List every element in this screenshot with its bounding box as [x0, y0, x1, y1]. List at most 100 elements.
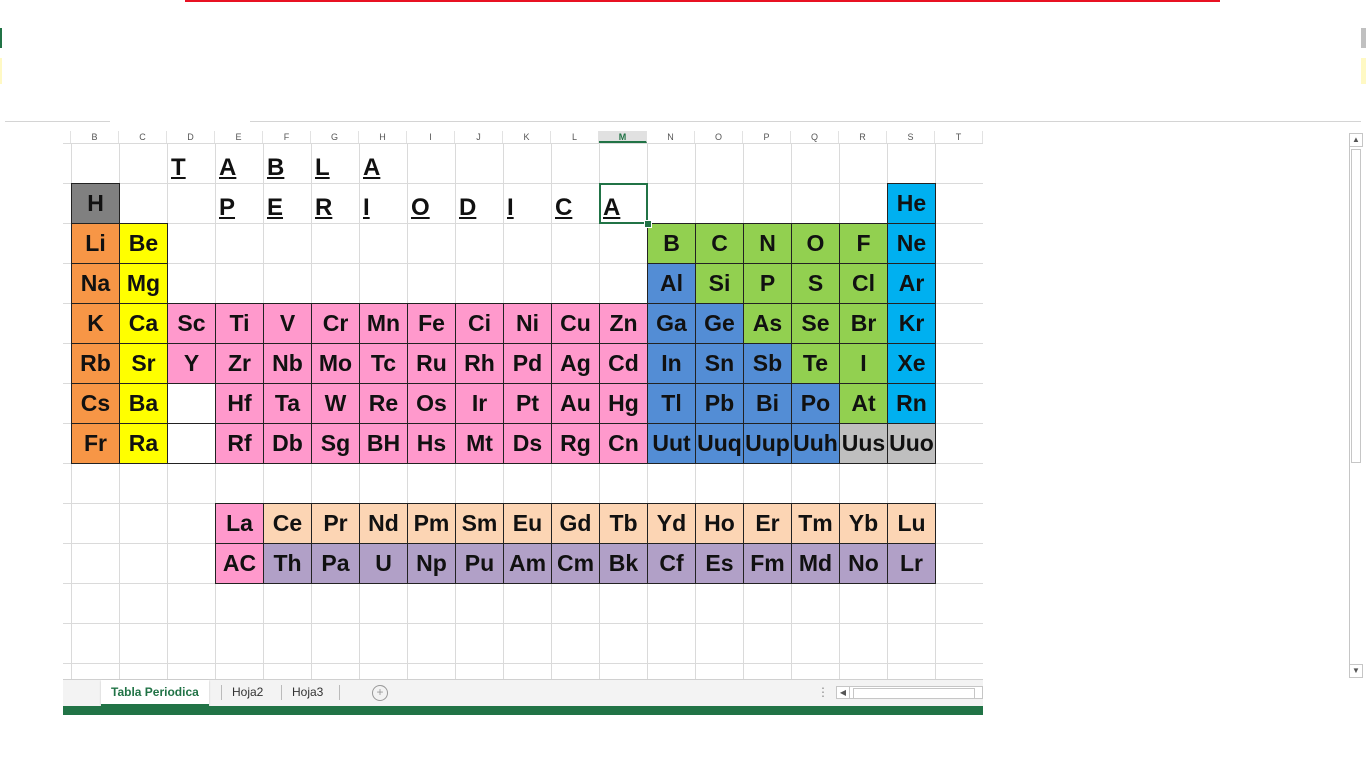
element-cell[interactable]: Sn: [695, 343, 744, 384]
element-cell[interactable]: Ge: [695, 303, 744, 344]
element-cell[interactable]: Re: [359, 383, 408, 424]
column-header-f[interactable]: F: [263, 131, 311, 143]
element-cell[interactable]: W: [311, 383, 360, 424]
element-cell[interactable]: Ds: [503, 423, 552, 464]
element-cell[interactable]: Rh: [455, 343, 504, 384]
element-cell[interactable]: V: [263, 303, 312, 344]
element-cell[interactable]: Sr: [119, 343, 168, 384]
element-cell[interactable]: No: [839, 543, 888, 584]
element-cell[interactable]: Ce: [263, 503, 312, 544]
element-cell[interactable]: Db: [263, 423, 312, 464]
element-cell[interactable]: BH: [359, 423, 408, 464]
element-cell[interactable]: Bi: [743, 383, 792, 424]
element-cell[interactable]: As: [743, 303, 792, 344]
element-cell[interactable]: Ne: [887, 223, 936, 264]
element-cell[interactable]: Fm: [743, 543, 792, 584]
element-cell[interactable]: Tc: [359, 343, 408, 384]
element-cell[interactable]: Rf: [215, 423, 264, 464]
element-cell[interactable]: Hs: [407, 423, 456, 464]
element-cell[interactable]: Sc: [167, 303, 216, 344]
element-cell[interactable]: Lr: [887, 543, 936, 584]
element-cell[interactable]: Pd: [503, 343, 552, 384]
vertical-scroll-thumb[interactable]: [1351, 149, 1361, 463]
element-cell[interactable]: Rb: [71, 343, 120, 384]
element-cell[interactable]: Zn: [599, 303, 648, 344]
element-cell[interactable]: Es: [695, 543, 744, 584]
sheet-tab-hoja3[interactable]: Hoja3: [282, 680, 333, 704]
element-cell[interactable]: Yb: [839, 503, 888, 544]
element-cell[interactable]: Yd: [647, 503, 696, 544]
element-cell[interactable]: Cs: [71, 383, 120, 424]
element-cell[interactable]: H: [71, 183, 120, 224]
element-cell[interactable]: Fr: [71, 423, 120, 464]
column-header-n[interactable]: N: [647, 131, 695, 143]
element-cell[interactable]: Uut: [647, 423, 696, 464]
column-header-l[interactable]: L: [551, 131, 599, 143]
element-cell[interactable]: Be: [119, 223, 168, 264]
element-cell[interactable]: O: [791, 223, 840, 264]
element-cell[interactable]: Ba: [119, 383, 168, 424]
element-cell[interactable]: Cu: [551, 303, 600, 344]
horizontal-scrollbar[interactable]: ◀: [836, 686, 983, 699]
element-cell[interactable]: Rg: [551, 423, 600, 464]
element-cell[interactable]: Mo: [311, 343, 360, 384]
element-cell[interactable]: Ho: [695, 503, 744, 544]
element-cell[interactable]: C: [695, 223, 744, 264]
element-cell[interactable]: Ir: [455, 383, 504, 424]
element-cell[interactable]: At: [839, 383, 888, 424]
element-cell[interactable]: [167, 383, 216, 424]
element-cell[interactable]: Pt: [503, 383, 552, 424]
sheet-tab-hoja2[interactable]: Hoja2: [222, 680, 273, 704]
element-cell[interactable]: Te: [791, 343, 840, 384]
element-cell[interactable]: Er: [743, 503, 792, 544]
column-header-i[interactable]: I: [407, 131, 455, 143]
element-cell[interactable]: Sb: [743, 343, 792, 384]
element-cell[interactable]: Cl: [839, 263, 888, 304]
column-header-j[interactable]: J: [455, 131, 503, 143]
element-cell[interactable]: Y: [167, 343, 216, 384]
more-dots-icon[interactable]: ⋮: [817, 685, 829, 699]
element-cell[interactable]: Xe: [887, 343, 936, 384]
element-cell[interactable]: Uuh: [791, 423, 840, 464]
element-cell[interactable]: B: [647, 223, 696, 264]
element-cell[interactable]: Mn: [359, 303, 408, 344]
vertical-scrollbar[interactable]: ▲ ▼: [1349, 133, 1363, 678]
element-cell[interactable]: S: [791, 263, 840, 304]
element-cell[interactable]: Ga: [647, 303, 696, 344]
element-cell[interactable]: Hg: [599, 383, 648, 424]
column-header-t[interactable]: T: [935, 131, 983, 143]
element-cell[interactable]: Tm: [791, 503, 840, 544]
column-header-h[interactable]: H: [359, 131, 407, 143]
element-cell[interactable]: Fe: [407, 303, 456, 344]
element-cell[interactable]: La: [215, 503, 264, 544]
element-cell[interactable]: Hf: [215, 383, 264, 424]
element-cell[interactable]: Pa: [311, 543, 360, 584]
element-cell[interactable]: Eu: [503, 503, 552, 544]
element-cell[interactable]: Ni: [503, 303, 552, 344]
element-cell[interactable]: Bk: [599, 543, 648, 584]
element-cell[interactable]: Se: [791, 303, 840, 344]
element-cell[interactable]: Ca: [119, 303, 168, 344]
element-cell[interactable]: Si: [695, 263, 744, 304]
element-cell[interactable]: N: [743, 223, 792, 264]
element-cell[interactable]: Al: [647, 263, 696, 304]
element-cell[interactable]: Br: [839, 303, 888, 344]
column-header-q[interactable]: Q: [791, 131, 839, 143]
element-cell[interactable]: Au: [551, 383, 600, 424]
element-cell[interactable]: Nb: [263, 343, 312, 384]
element-cell[interactable]: Pm: [407, 503, 456, 544]
element-cell[interactable]: Ta: [263, 383, 312, 424]
element-cell[interactable]: Sg: [311, 423, 360, 464]
element-cell[interactable]: Cm: [551, 543, 600, 584]
column-header-b[interactable]: B: [71, 131, 119, 143]
element-cell[interactable]: Cf: [647, 543, 696, 584]
element-cell[interactable]: He: [887, 183, 936, 224]
element-cell[interactable]: Uup: [743, 423, 792, 464]
element-cell[interactable]: Ti: [215, 303, 264, 344]
fill-handle[interactable]: [644, 220, 652, 228]
element-cell[interactable]: Am: [503, 543, 552, 584]
column-header-s[interactable]: S: [887, 131, 935, 143]
element-cell[interactable]: Ra: [119, 423, 168, 464]
element-cell[interactable]: [167, 423, 216, 464]
column-header-k[interactable]: K: [503, 131, 551, 143]
